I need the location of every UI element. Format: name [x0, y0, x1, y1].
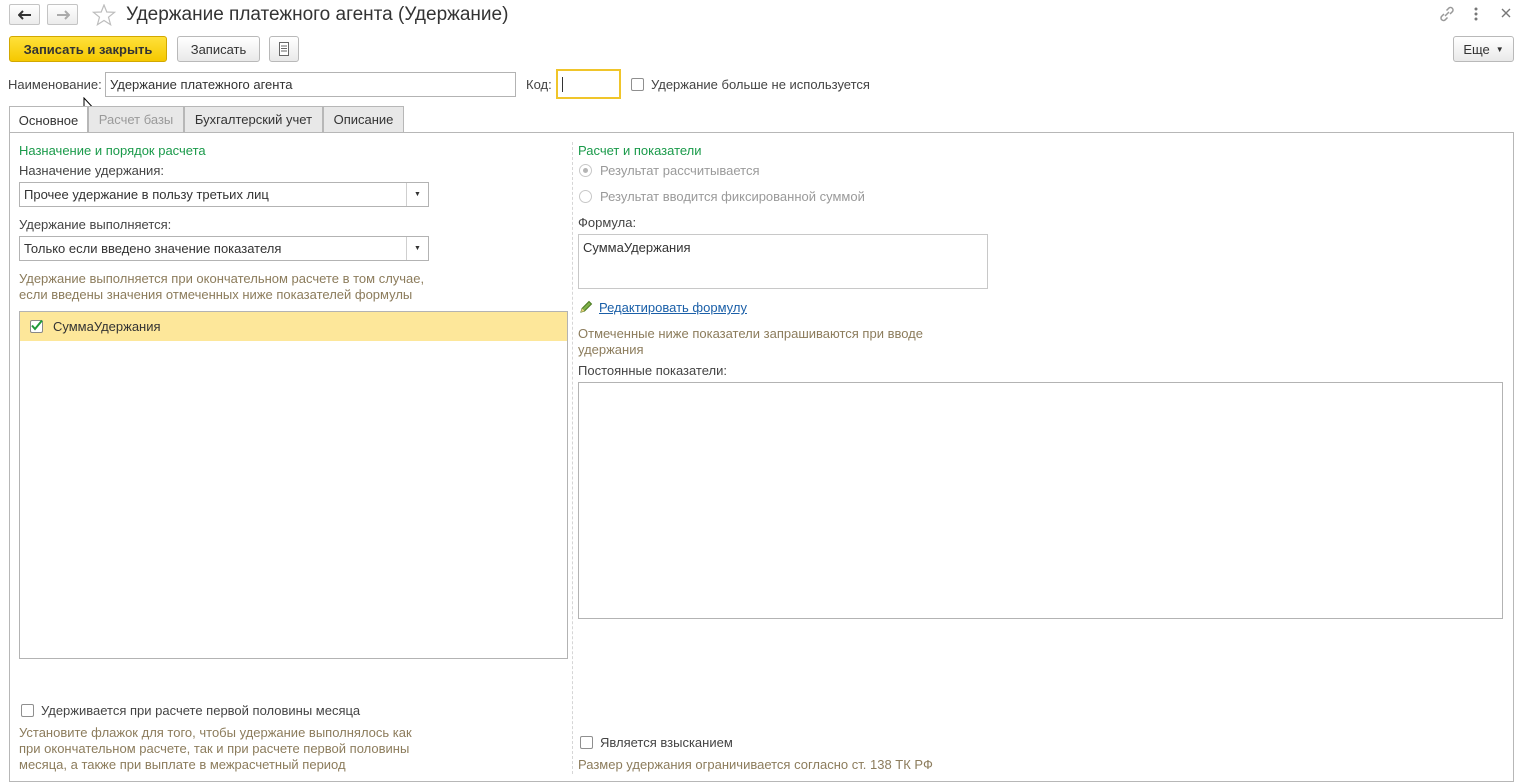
- save-button[interactable]: Записать: [177, 36, 260, 62]
- code-input[interactable]: [556, 69, 621, 99]
- column-divider: [572, 142, 573, 774]
- chevron-down-icon: ▼: [414, 191, 421, 198]
- requested-hint: Отмеченные ниже показатели запрашиваются…: [578, 326, 978, 358]
- indicators-table[interactable]: СуммаУдержания: [19, 311, 568, 659]
- indicator-checkbox[interactable]: [30, 319, 43, 333]
- table-row[interactable]: СуммаУдержания: [20, 312, 567, 341]
- arrow-right-icon: [56, 9, 70, 20]
- executed-hint-line: если введены значения отмеченных ниже по…: [19, 287, 413, 302]
- text-caret: [562, 76, 563, 92]
- forward-button[interactable]: [47, 4, 78, 25]
- first-half-checkbox[interactable]: [21, 704, 34, 717]
- more-button[interactable]: Еще ▼: [1453, 36, 1514, 62]
- constant-indicators-label: Постоянные показатели:: [578, 363, 727, 378]
- executed-hint-line: Удержание выполняется при окончательном …: [19, 271, 425, 286]
- executed-hint: Удержание выполняется при окончательном …: [19, 271, 559, 303]
- recovery-hint: Размер удержания ограничивается согласно…: [578, 757, 933, 772]
- left-section-title: Назначение и порядок расчета: [19, 143, 206, 158]
- arrow-left-icon: [17, 9, 31, 20]
- first-half-hint: Установите флажок для того, чтобы удержа…: [19, 725, 559, 773]
- favorite-star-icon[interactable]: [91, 3, 117, 29]
- first-half-hint-line: Установите флажок для того, чтобы удержа…: [19, 725, 412, 740]
- indicator-label: СуммаУдержания: [53, 319, 161, 334]
- chevron-down-icon: ▼: [1495, 44, 1504, 54]
- unused-label: Удержание больше не используется: [651, 77, 870, 92]
- purpose-label: Назначение удержания:: [19, 163, 164, 178]
- unused-checkbox[interactable]: [631, 78, 644, 91]
- more-vertical-icon[interactable]: [1471, 5, 1481, 23]
- tab-base-calculation[interactable]: Расчет базы: [88, 106, 184, 132]
- name-label: Наименование:: [8, 77, 102, 92]
- formula-label: Формула:: [578, 215, 637, 230]
- purpose-dropdown-button[interactable]: ▼: [406, 183, 428, 206]
- link-icon[interactable]: [1438, 6, 1456, 25]
- first-half-label: Удерживается при расчете первой половины…: [41, 703, 361, 718]
- radio-dot: [583, 168, 588, 173]
- executed-select[interactable]: Только если введено значение показателя …: [19, 236, 429, 261]
- tab-description[interactable]: Описание: [323, 106, 404, 132]
- radio-fixed-label: Результат вводится фиксированной суммой: [600, 189, 865, 204]
- radio-calculated-label: Результат рассчитывается: [600, 163, 760, 178]
- chevron-down-icon: ▼: [414, 245, 421, 252]
- tab-accounting[interactable]: Бухгалтерский учет: [184, 106, 323, 132]
- formula-field[interactable]: СуммаУдержания: [578, 234, 988, 289]
- recovery-checkbox[interactable]: [580, 736, 593, 749]
- code-label: Код:: [526, 77, 552, 92]
- purpose-value: Прочее удержание в пользу третьих лиц: [24, 187, 269, 202]
- page-title: Удержание платежного агента (Удержание): [126, 4, 509, 25]
- more-button-label: Еще: [1463, 41, 1490, 57]
- close-icon[interactable]: [1499, 6, 1513, 23]
- requested-hint-line: удержания: [578, 342, 644, 357]
- save-and-close-button[interactable]: Записать и закрыть: [9, 36, 167, 62]
- radio-calculated[interactable]: [579, 164, 592, 177]
- radio-fixed[interactable]: [579, 190, 592, 203]
- right-section-title: Расчет и показатели: [578, 143, 702, 158]
- recovery-label: Является взысканием: [600, 735, 733, 750]
- name-input[interactable]: Удержание платежного агента: [105, 72, 516, 97]
- executed-label: Удержание выполняется:: [19, 217, 172, 232]
- executed-value: Только если введено значение показателя: [24, 241, 282, 256]
- pencil-icon: [579, 300, 593, 317]
- first-half-hint-line: при окончательном расчете, так и при рас…: [19, 741, 410, 756]
- report-button[interactable]: [269, 36, 299, 62]
- tab-main[interactable]: Основное: [9, 106, 88, 133]
- requested-hint-line: Отмеченные ниже показатели запрашиваются…: [578, 326, 923, 341]
- purpose-select[interactable]: Прочее удержание в пользу третьих лиц ▼: [19, 182, 429, 207]
- executed-dropdown-button[interactable]: ▼: [406, 237, 428, 260]
- edit-formula-link[interactable]: Редактировать формулу: [599, 300, 747, 315]
- checkmark-icon: [31, 319, 43, 331]
- document-list-icon: [279, 42, 289, 56]
- first-half-hint-line: месяца, а также при выплате в межрасчетн…: [19, 757, 346, 772]
- back-button[interactable]: [9, 4, 40, 25]
- constant-indicators-table[interactable]: [578, 382, 1503, 619]
